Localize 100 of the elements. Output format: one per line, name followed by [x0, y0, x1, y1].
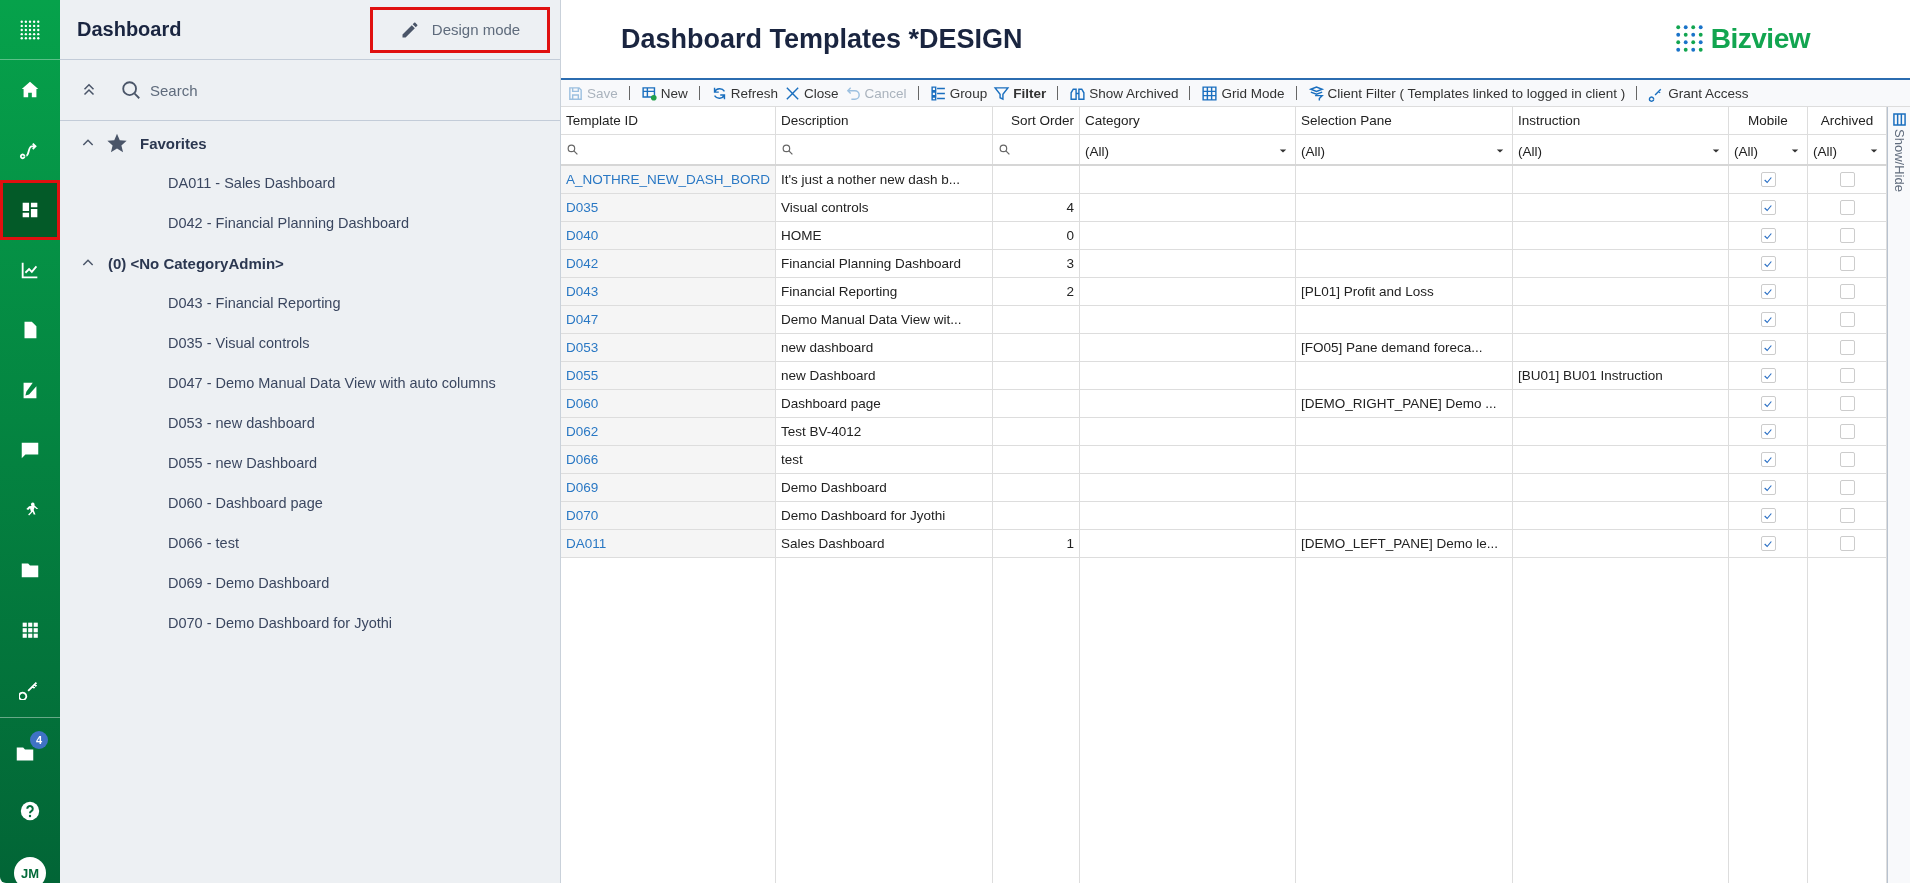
mobile-checkbox[interactable]: [1760, 200, 1776, 215]
archived-checkbox[interactable]: [1839, 424, 1855, 439]
table-cell: [FO05] Pane demand foreca...: [1296, 334, 1513, 362]
archived-checkbox[interactable]: [1839, 452, 1855, 467]
check-icon: [1763, 538, 1773, 549]
archived-checkbox[interactable]: [1839, 480, 1855, 495]
template-id-link[interactable]: D060: [566, 396, 599, 411]
template-id-link[interactable]: D070: [566, 508, 599, 523]
mobile-checkbox[interactable]: [1760, 284, 1776, 299]
column-filter-dropdown[interactable]: (All): [1513, 135, 1728, 164]
tree-item[interactable]: D060 - Dashboard page: [60, 483, 560, 523]
column-filter-dropdown[interactable]: (All): [1296, 135, 1512, 164]
toolbar-button[interactable]: New: [637, 84, 691, 102]
mobile-checkbox[interactable]: [1760, 172, 1776, 187]
mobile-checkbox[interactable]: [1760, 396, 1776, 411]
mobile-checkbox[interactable]: [1760, 228, 1776, 243]
check-icon: [1763, 426, 1773, 437]
folder-nav-button[interactable]: 4: [12, 731, 48, 767]
tree-item[interactable]: D066 - test: [60, 523, 560, 563]
archived-checkbox[interactable]: [1839, 256, 1855, 271]
template-id-link[interactable]: DA011: [566, 536, 607, 551]
mobile-checkbox[interactable]: [1760, 452, 1776, 467]
mobile-checkbox[interactable]: [1760, 508, 1776, 523]
template-id-link[interactable]: D053: [566, 340, 599, 355]
mobile-checkbox[interactable]: [1760, 256, 1776, 271]
check-icon: [1763, 230, 1773, 241]
archived-checkbox[interactable]: [1839, 200, 1855, 215]
layers-filter-icon: [1307, 84, 1325, 102]
mobile-checkbox[interactable]: [1760, 536, 1776, 551]
show-hide-panel-toggle[interactable]: Show/Hide: [1887, 107, 1910, 883]
toolbar-button[interactable]: Filter: [990, 84, 1050, 102]
toolbar-button[interactable]: Refresh: [707, 84, 782, 102]
template-id-link[interactable]: D040: [566, 228, 599, 243]
column-header[interactable]: Instruction: [1513, 107, 1729, 135]
table-cell: 0: [993, 222, 1080, 250]
caret-down-icon: [1870, 147, 1878, 155]
search-field[interactable]: Search: [150, 77, 542, 103]
toolbar-button[interactable]: Close: [781, 84, 842, 102]
template-id-link[interactable]: D055: [566, 368, 599, 383]
tree-item[interactable]: D053 - new dashboard: [60, 403, 560, 443]
template-id-link[interactable]: A_NOTHRE_NEW_DASH_BORD: [566, 172, 771, 187]
column-filter-dropdown[interactable]: (All): [1808, 135, 1886, 164]
check-icon: [1763, 398, 1773, 409]
table-cell: Demo Dashboard for Jyothi: [776, 502, 993, 530]
tree-group[interactable]: Favorites: [60, 123, 560, 163]
column-header[interactable]: Selection Pane: [1296, 107, 1513, 135]
toolbar-button[interactable]: Grid Mode: [1198, 84, 1288, 102]
archived-checkbox[interactable]: [1839, 228, 1855, 243]
archived-checkbox[interactable]: [1839, 284, 1855, 299]
table-cell: Demo Dashboard: [776, 474, 993, 502]
mobile-checkbox[interactable]: [1760, 480, 1776, 495]
tree-group[interactable]: (0) <No CategoryAdmin>: [60, 243, 560, 283]
check-icon: [1763, 510, 1773, 521]
help-icon[interactable]: [19, 800, 41, 822]
mobile-checkbox[interactable]: [1760, 368, 1776, 383]
check-icon: [1763, 258, 1773, 269]
tree-item[interactable]: D035 - Visual controls: [60, 323, 560, 363]
tree-item[interactable]: D043 - Financial Reporting: [60, 283, 560, 323]
tree-item[interactable]: D047 - Demo Manual Data View with auto columns: [60, 363, 560, 403]
toolbar-button[interactable]: Grant Access: [1645, 84, 1752, 102]
user-avatar[interactable]: JM: [14, 857, 46, 883]
template-id-link[interactable]: D069: [566, 480, 599, 495]
column-filter-dropdown[interactable]: (All): [1080, 135, 1295, 164]
tree-item[interactable]: D042 - Financial Planning Dashboard: [60, 203, 560, 243]
check-icon: [1763, 202, 1773, 213]
template-id-link[interactable]: D035: [566, 200, 599, 215]
template-id-link[interactable]: D062: [566, 424, 599, 439]
toolbar-button[interactable]: Client Filter ( Templates linked to logged in client ): [1304, 84, 1629, 102]
column-filter-dropdown[interactable]: (All): [1729, 135, 1807, 164]
table-cell: Visual controls: [776, 194, 993, 222]
mobile-checkbox[interactable]: [1760, 340, 1776, 355]
grid-icon: [1201, 84, 1219, 102]
toolbar-button[interactable]: Show Archived: [1066, 84, 1182, 102]
tree-item[interactable]: DA011 - Sales Dashboard: [60, 163, 560, 203]
tree-item[interactable]: D069 - Demo Dashboard: [60, 563, 560, 603]
tree-item[interactable]: D070 - Demo Dashboard for Jyothi: [60, 603, 560, 643]
check-icon: [1763, 342, 1773, 353]
columns-icon: [1892, 113, 1906, 126]
check-icon: [1763, 454, 1773, 465]
archived-checkbox[interactable]: [1839, 172, 1855, 187]
archived-checkbox[interactable]: [1839, 396, 1855, 411]
mobile-checkbox[interactable]: [1760, 424, 1776, 439]
archived-checkbox[interactable]: [1839, 312, 1855, 327]
design-mode-button[interactable]: Design mode: [370, 6, 550, 53]
toolbar-button[interactable]: Group: [926, 84, 991, 102]
archived-checkbox[interactable]: [1839, 340, 1855, 355]
column-header[interactable]: Mobile: [1729, 107, 1808, 135]
archived-checkbox[interactable]: [1839, 508, 1855, 523]
tree-item[interactable]: D055 - new Dashboard: [60, 443, 560, 483]
template-id-link[interactable]: D042: [566, 256, 599, 271]
nav-button[interactable]: [0, 180, 60, 240]
archived-checkbox[interactable]: [1839, 536, 1855, 551]
template-id-link[interactable]: D047: [566, 312, 599, 327]
mobile-checkbox[interactable]: [1760, 312, 1776, 327]
logo-text: Bizview: [1710, 23, 1810, 55]
template-id-link[interactable]: D043: [566, 284, 599, 299]
search-icon: [120, 79, 142, 101]
archived-checkbox[interactable]: [1839, 368, 1855, 383]
template-id-link[interactable]: D066: [566, 452, 599, 467]
column-header[interactable]: Category: [1080, 107, 1296, 135]
